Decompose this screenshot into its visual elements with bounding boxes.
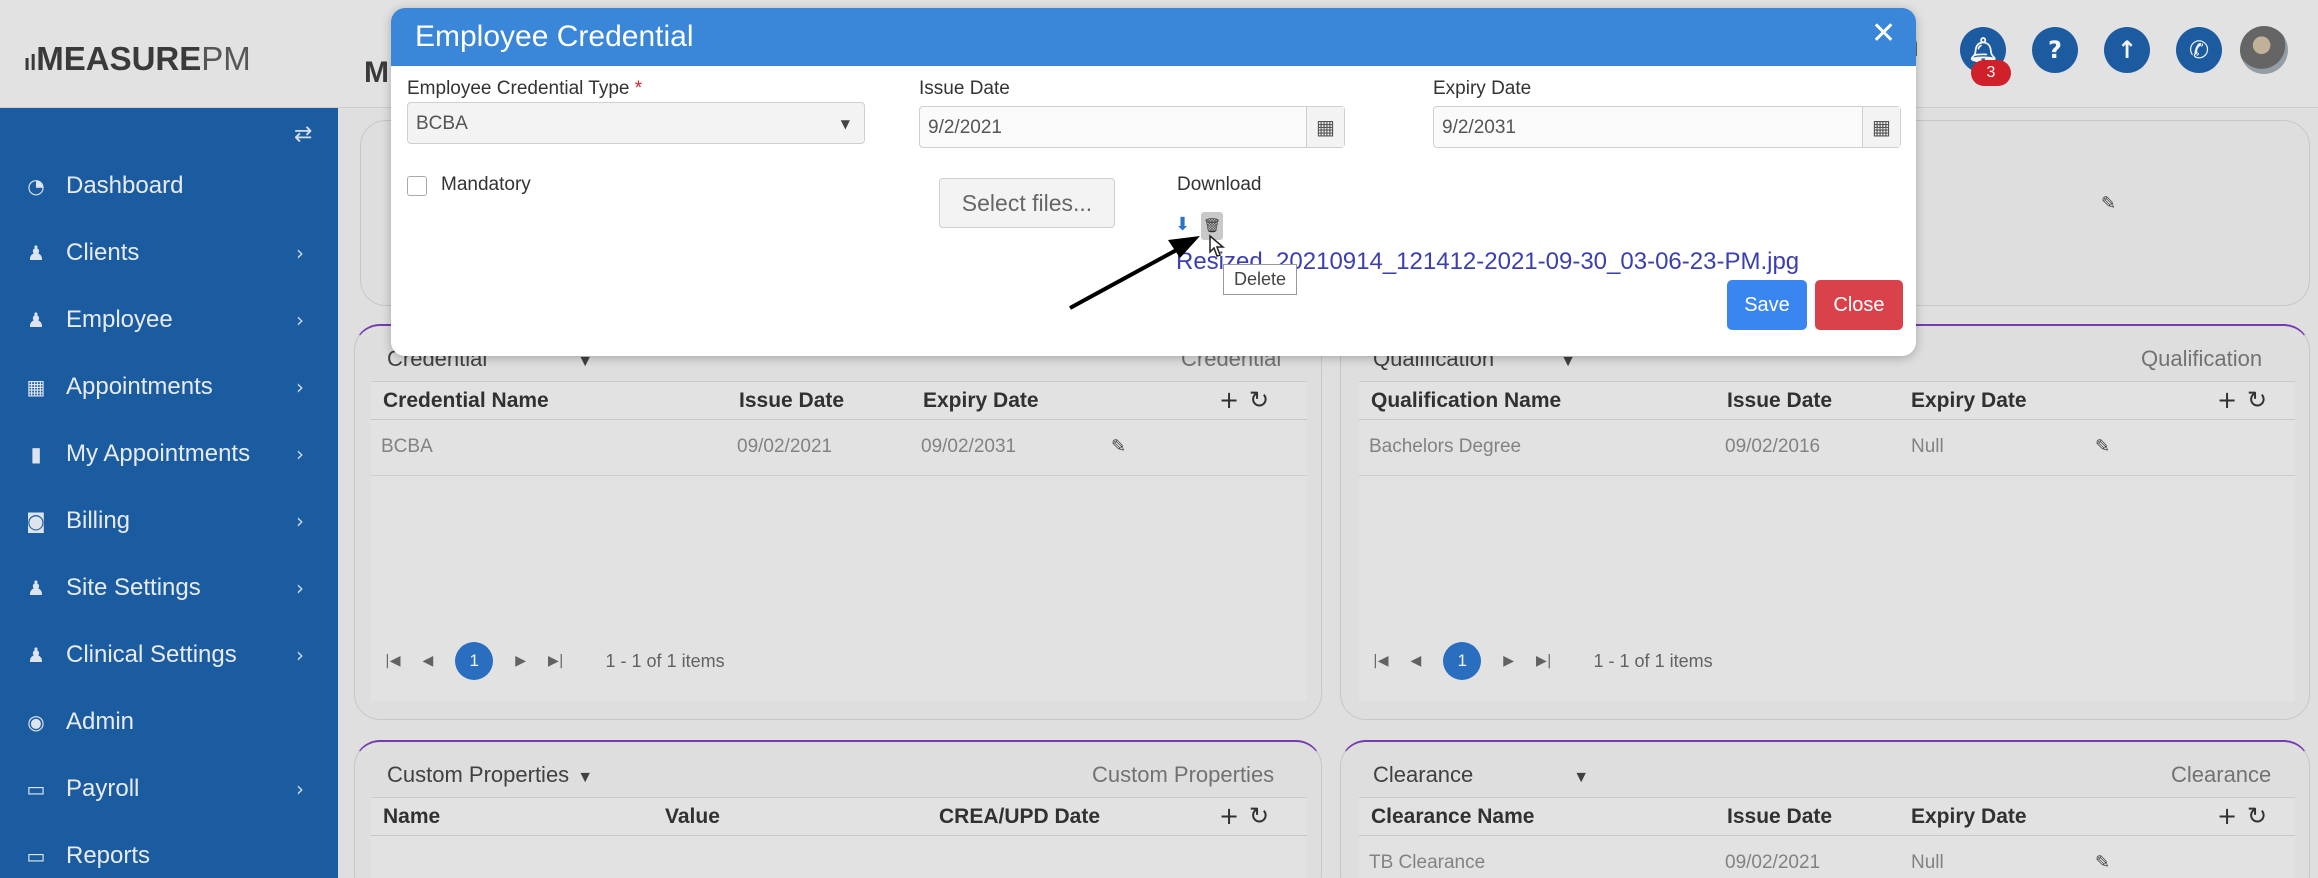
arrow-head: [1168, 236, 1200, 258]
arrow-shaft: [1069, 245, 1183, 310]
mouse-pointer-icon: [1209, 234, 1226, 257]
annotation-arrow: [1069, 236, 1200, 310]
